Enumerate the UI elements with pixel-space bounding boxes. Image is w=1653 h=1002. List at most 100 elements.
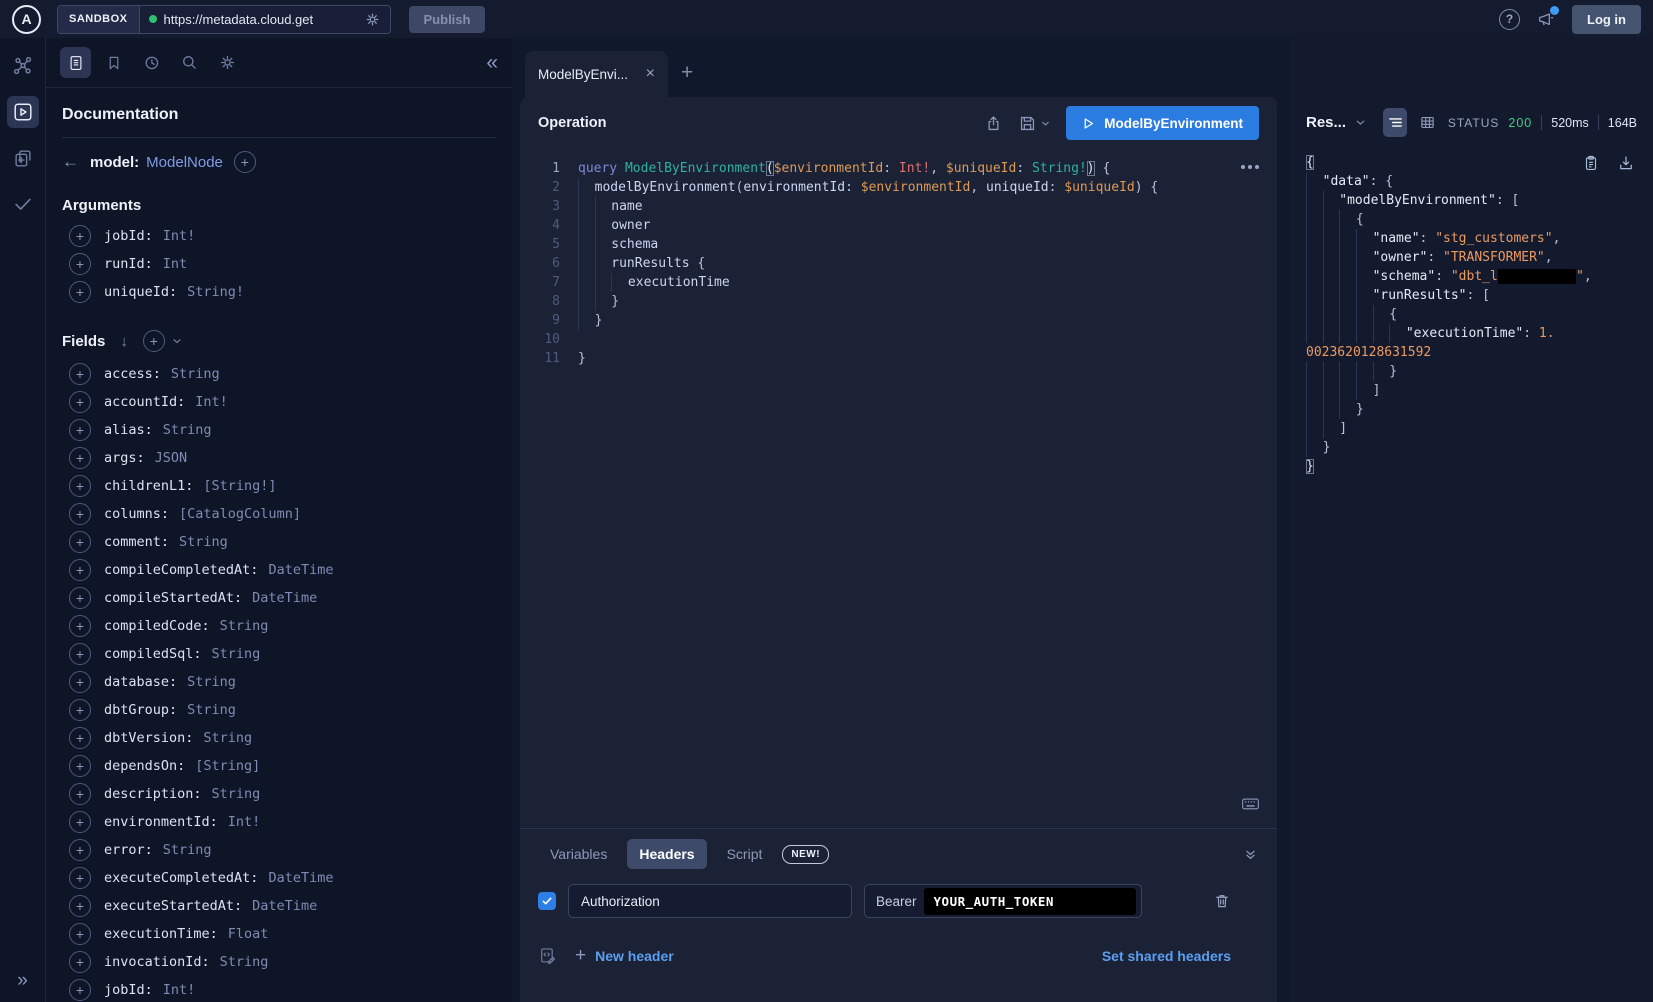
add-to-query-icon[interactable]: +: [69, 281, 91, 303]
field-row[interactable]: +alias:String: [62, 416, 496, 444]
response-dropdown-chevron-icon[interactable]: [1354, 116, 1367, 129]
back-icon[interactable]: ←: [62, 152, 79, 172]
search-icon[interactable]: [174, 47, 205, 78]
field-row[interactable]: +invocationId:String: [62, 948, 496, 976]
argument-row[interactable]: +uniqueId:String!: [62, 278, 496, 306]
nav-collections-icon[interactable]: [7, 142, 39, 174]
add-to-query-icon[interactable]: +: [69, 559, 91, 581]
add-to-query-icon[interactable]: +: [69, 615, 91, 637]
add-to-query-icon[interactable]: +: [69, 923, 91, 945]
field-row[interactable]: +accountId:Int!: [62, 388, 496, 416]
auth-token-value[interactable]: YOUR_AUTH_TOKEN: [924, 888, 1136, 915]
help-icon[interactable]: ?: [1499, 9, 1520, 30]
add-to-query-icon[interactable]: +: [69, 225, 91, 247]
add-to-query-icon[interactable]: +: [69, 475, 91, 497]
collapse-panel-icon[interactable]: [1242, 846, 1259, 863]
editor-more-menu-icon[interactable]: [1241, 165, 1259, 169]
add-to-query-icon[interactable]: +: [69, 419, 91, 441]
add-to-query-icon[interactable]: +: [69, 363, 91, 385]
add-to-query-icon[interactable]: +: [69, 979, 91, 1001]
argument-row[interactable]: +jobId:Int!: [62, 222, 496, 250]
history-icon[interactable]: [136, 47, 167, 78]
add-to-query-icon[interactable]: +: [69, 839, 91, 861]
chevron-down-icon[interactable]: [171, 335, 183, 347]
add-to-query-icon[interactable]: +: [69, 783, 91, 805]
breadcrumb-type-link[interactable]: ModelNode: [146, 154, 223, 171]
expand-rail-icon[interactable]: »: [0, 970, 45, 992]
field-row[interactable]: +compileStartedAt:DateTime: [62, 584, 496, 612]
tab-headers[interactable]: Headers: [627, 839, 706, 869]
field-row[interactable]: +environmentId:Int!: [62, 808, 496, 836]
header-enabled-checkbox[interactable]: [538, 892, 556, 910]
field-row[interactable]: +dbtGroup:String: [62, 696, 496, 724]
add-to-query-icon[interactable]: +: [69, 951, 91, 973]
field-row[interactable]: +description:String: [62, 780, 496, 808]
publish-button[interactable]: Publish: [409, 6, 486, 33]
add-to-query-icon[interactable]: +: [69, 643, 91, 665]
add-to-query-icon[interactable]: +: [69, 671, 91, 693]
add-to-query-icon[interactable]: +: [69, 253, 91, 275]
nav-schema-graph-icon[interactable]: [7, 50, 39, 82]
endpoint-settings-gear-icon[interactable]: [364, 11, 381, 28]
add-to-query-icon[interactable]: +: [69, 531, 91, 553]
field-row[interactable]: +childrenL1:[String!]: [62, 472, 496, 500]
add-to-query-icon[interactable]: +: [69, 447, 91, 469]
add-to-query-icon[interactable]: +: [69, 755, 91, 777]
formatted-view-icon[interactable]: [1383, 108, 1407, 137]
operation-tab[interactable]: ModelByEnvi... ×: [525, 51, 668, 97]
login-button[interactable]: Log in: [1572, 5, 1641, 34]
add-to-query-icon[interactable]: +: [69, 587, 91, 609]
new-header-button[interactable]: + New header: [575, 945, 674, 967]
endpoint-url[interactable]: https://metadata.cloud.get: [164, 12, 357, 27]
field-row[interactable]: +jobId:Int!: [62, 976, 496, 1002]
field-row[interactable]: +compiledCode:String: [62, 612, 496, 640]
field-row[interactable]: +dependsOn:[String]: [62, 752, 496, 780]
download-response-icon[interactable]: [1617, 154, 1635, 172]
field-row[interactable]: +compiledSql:String: [62, 640, 496, 668]
add-to-query-icon[interactable]: +: [69, 895, 91, 917]
announcements-megaphone-icon[interactable]: [1536, 9, 1556, 29]
field-row[interactable]: +access:String: [62, 360, 496, 388]
field-row[interactable]: +comment:String: [62, 528, 496, 556]
field-row[interactable]: +error:String: [62, 836, 496, 864]
field-row[interactable]: +args:JSON: [62, 444, 496, 472]
collapse-docs-icon[interactable]: «: [486, 51, 498, 75]
field-row[interactable]: +dbtVersion:String: [62, 724, 496, 752]
bookmarks-icon[interactable]: [98, 47, 129, 78]
save-icon[interactable]: [1018, 114, 1051, 133]
header-value-field[interactable]: Bearer YOUR_AUTH_TOKEN: [864, 884, 1142, 918]
copy-response-icon[interactable]: [1582, 154, 1600, 172]
field-row[interactable]: +executionTime:Float: [62, 920, 496, 948]
response-title[interactable]: Res...: [1306, 114, 1346, 131]
add-to-query-icon[interactable]: +: [69, 811, 91, 833]
field-row[interactable]: +executeStartedAt:DateTime: [62, 892, 496, 920]
nav-operations-icon[interactable]: [7, 96, 39, 128]
field-row[interactable]: +columns:[CatalogColumn]: [62, 500, 496, 528]
field-row[interactable]: +compileCompletedAt:DateTime: [62, 556, 496, 584]
table-view-icon[interactable]: [1415, 108, 1439, 137]
add-to-query-icon[interactable]: +: [234, 151, 256, 173]
field-row[interactable]: +database:String: [62, 668, 496, 696]
run-operation-button[interactable]: ModelByEnvironment: [1066, 106, 1259, 140]
add-all-fields-icon[interactable]: +: [143, 330, 165, 352]
add-to-query-icon[interactable]: +: [69, 699, 91, 721]
share-icon[interactable]: [984, 114, 1003, 133]
add-to-query-icon[interactable]: +: [69, 391, 91, 413]
delete-header-icon[interactable]: [1213, 892, 1231, 910]
documentation-tab-icon[interactable]: [60, 47, 91, 78]
header-key-input[interactable]: [568, 884, 852, 918]
nav-checklist-icon[interactable]: [7, 188, 39, 220]
add-to-query-icon[interactable]: +: [69, 727, 91, 749]
add-to-query-icon[interactable]: +: [69, 503, 91, 525]
new-tab-icon[interactable]: +: [681, 61, 693, 85]
add-to-query-icon[interactable]: +: [69, 867, 91, 889]
argument-row[interactable]: +runId:Int: [62, 250, 496, 278]
endpoint-url-box[interactable]: https://metadata.cloud.get: [140, 6, 390, 33]
keyboard-shortcuts-icon[interactable]: [1240, 793, 1261, 814]
tab-variables[interactable]: Variables: [538, 839, 619, 869]
apollo-logo[interactable]: A: [12, 5, 41, 34]
settings-gear-icon[interactable]: [212, 47, 243, 78]
close-tab-icon[interactable]: ×: [646, 65, 655, 83]
query-editor[interactable]: 1query ModelByEnvironment($environmentId…: [520, 149, 1277, 828]
field-row[interactable]: +executeCompletedAt:DateTime: [62, 864, 496, 892]
